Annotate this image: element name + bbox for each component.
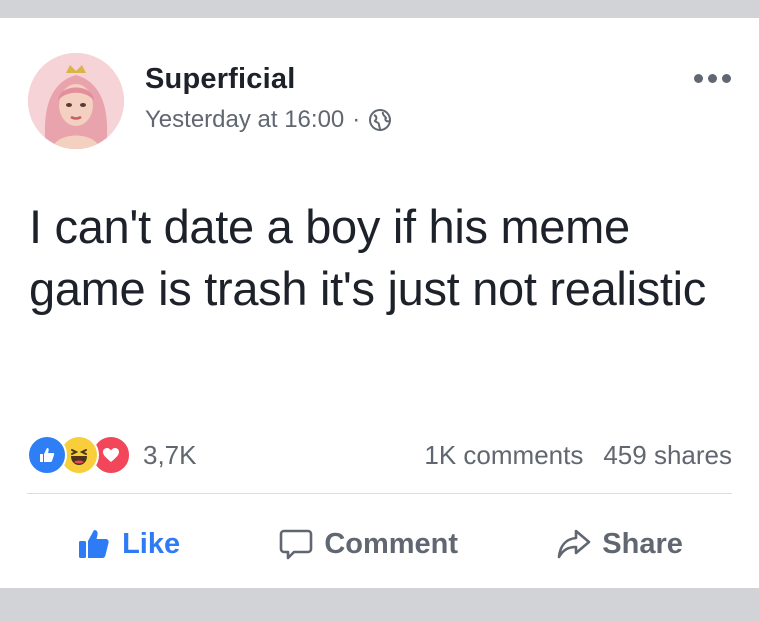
comment-button[interactable]: Comment [278,526,458,562]
meta-separator: · [352,106,361,133]
share-icon [556,526,592,562]
action-bar: Like Comment Share [27,514,732,574]
avatar[interactable] [28,53,124,149]
author-name[interactable]: Superficial [145,63,295,96]
post-meta: Yesterday at 16:00 · [145,106,392,134]
divider [27,493,732,494]
globe-icon[interactable] [368,108,392,132]
reaction-count: 3,7K [143,439,197,470]
shares-count[interactable]: 459 shares [603,440,732,471]
like-reaction-icon [27,435,67,475]
thumbs-up-icon [76,526,112,562]
reactions-row: 3,7K 1K comments 459 shares [27,432,732,478]
post-text: I can't date a boy if his meme game is t… [29,200,707,315]
share-button[interactable]: Share [556,526,683,562]
comment-label: Comment [324,527,459,560]
more-dot [722,74,731,83]
more-dot [694,74,703,83]
share-label: Share [602,527,683,560]
like-button[interactable]: Like [76,526,180,562]
reaction-summary[interactable]: 3,7K [27,435,197,475]
comment-icon [278,526,314,562]
post-timestamp[interactable]: Yesterday at 16:00 [145,106,344,134]
post-card: Superficial Yesterday at 16:00 · I can't… [0,18,759,588]
more-dot [708,74,717,83]
more-options-icon[interactable] [694,74,731,83]
engagement-counts: 1K comments 459 shares [424,440,732,471]
like-label: Like [122,527,181,560]
comments-count[interactable]: 1K comments [424,440,583,471]
